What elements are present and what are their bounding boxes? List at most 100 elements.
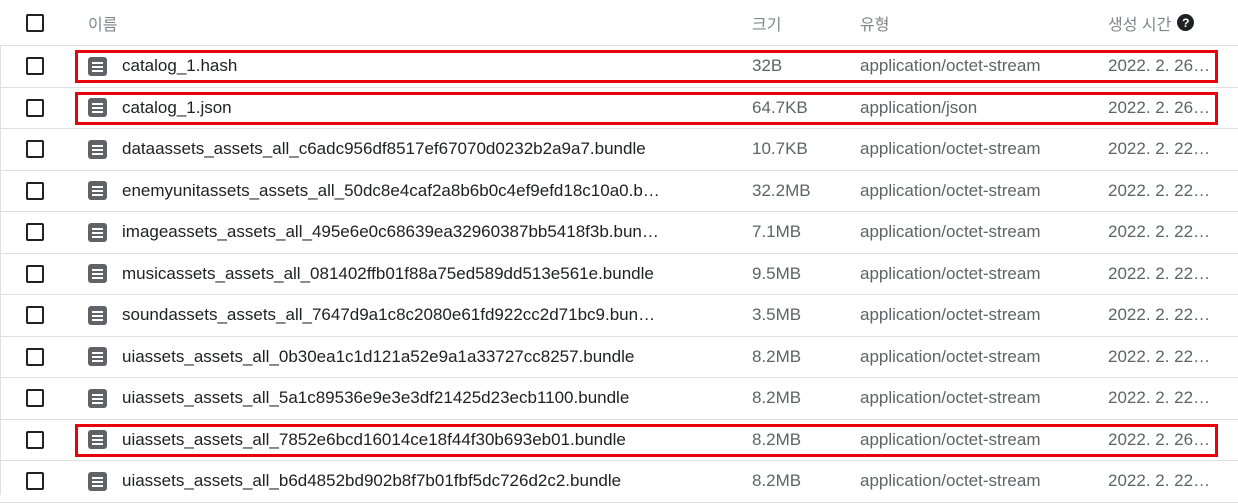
file-created: 2022. 2. 22…: [1108, 346, 1211, 366]
file-type: application/octet-stream: [860, 180, 1041, 200]
file-document-icon: [88, 388, 107, 408]
file-type: application/octet-stream: [860, 471, 1041, 491]
row-checkbox-cell: [0, 46, 70, 87]
file-type: application/octet-stream: [860, 305, 1041, 325]
file-document-icon: [88, 139, 107, 159]
file-name-cell[interactable]: dataassets_assets_all_c6adc956df8517ef67…: [88, 129, 728, 170]
file-created: 2022. 2. 22…: [1108, 305, 1211, 325]
file-created: 2022. 2. 22…: [1108, 471, 1211, 491]
file-type: application/octet-stream: [860, 56, 1041, 76]
file-name-cell[interactable]: uiassets_assets_all_b6d4852bd902b8f7b01f…: [88, 461, 728, 502]
file-type: application/octet-stream: [860, 139, 1041, 159]
file-document-icon: [88, 347, 107, 367]
header-name[interactable]: 이름: [88, 0, 728, 45]
file-name[interactable]: uiassets_assets_all_0b30ea1c1d121a52e9a1…: [122, 347, 634, 367]
file-created: 2022. 2. 22…: [1108, 222, 1211, 242]
file-created: 2022. 2. 26…: [1108, 429, 1211, 449]
row-checkbox[interactable]: [26, 181, 44, 200]
file-type: application/octet-stream: [860, 429, 1041, 449]
row-checkbox-cell: [0, 337, 70, 378]
table-row[interactable]: enemyunitassets_assets_all_50dc8e4caf2a8…: [0, 171, 1238, 212]
file-size: 64.7KB: [752, 97, 808, 117]
table-row[interactable]: musicassets_assets_all_081402ffb01f88a75…: [0, 254, 1238, 295]
file-name-cell[interactable]: catalog_1.hash: [88, 46, 728, 87]
file-name-cell[interactable]: uiassets_assets_all_5a1c89536e9e3e3df214…: [88, 378, 728, 419]
row-checkbox[interactable]: [26, 98, 44, 117]
file-created: 2022. 2. 22…: [1108, 388, 1211, 408]
table-row[interactable]: soundassets_assets_all_7647d9a1c8c2080e6…: [0, 295, 1238, 337]
table-row[interactable]: dataassets_assets_all_c6adc956df8517ef67…: [0, 129, 1238, 171]
file-name-cell[interactable]: musicassets_assets_all_081402ffb01f88a75…: [88, 254, 728, 295]
table-body: catalog_1.hash 32B application/octet-strea…: [0, 46, 1238, 503]
table-row[interactable]: uiassets_assets_all_7852e6bcd16014ce18f4…: [0, 420, 1238, 461]
file-type: application/json: [860, 97, 978, 117]
file-type: application/octet-stream: [860, 263, 1041, 283]
header-created[interactable]: 생성 시간 ?: [1108, 0, 1233, 45]
file-size: 32B: [752, 56, 783, 76]
row-checkbox[interactable]: [26, 140, 44, 159]
file-name-cell[interactable]: imageassets_assets_all_495e6e0c68639ea32…: [88, 212, 728, 253]
file-created: 2022. 2. 22…: [1108, 180, 1211, 200]
table-row[interactable]: imageassets_assets_all_495e6e0c68639ea32…: [0, 212, 1238, 254]
file-name[interactable]: enemyunitassets_assets_all_50dc8e4caf2a8…: [122, 181, 660, 201]
header-type[interactable]: 유형: [860, 0, 1095, 45]
table-row[interactable]: uiassets_assets_all_5a1c89536e9e3e3df214…: [0, 378, 1238, 420]
file-name[interactable]: uiassets_assets_all_b6d4852bd902b8f7b01f…: [122, 471, 621, 491]
file-document-icon: [88, 98, 107, 118]
file-name[interactable]: imageassets_assets_all_495e6e0c68639ea32…: [122, 222, 659, 242]
row-checkbox[interactable]: [26, 306, 44, 325]
row-checkbox-cell: [0, 171, 70, 212]
file-size: 8.2MB: [752, 388, 802, 408]
header-size-label: 크기: [752, 16, 782, 34]
row-checkbox-cell: [0, 420, 70, 461]
table-row[interactable]: uiassets_assets_all_b6d4852bd902b8f7b01f…: [0, 461, 1238, 503]
file-name[interactable]: catalog_1.hash: [122, 56, 237, 76]
file-document-icon: [88, 264, 107, 284]
table-row[interactable]: uiassets_assets_all_0b30ea1c1d121a52e9a1…: [0, 337, 1238, 378]
header-size[interactable]: 크기: [752, 0, 847, 45]
file-name[interactable]: uiassets_assets_all_5a1c89536e9e3e3df214…: [122, 388, 629, 408]
header-type-label: 유형: [860, 16, 890, 34]
file-name[interactable]: catalog_1.json: [122, 98, 232, 118]
file-created: 2022. 2. 26…: [1108, 56, 1211, 76]
file-name[interactable]: uiassets_assets_all_7852e6bcd16014ce18f4…: [122, 430, 626, 450]
row-checkbox[interactable]: [26, 472, 44, 491]
file-size: 32.2MB: [752, 180, 811, 200]
help-circle-icon[interactable]: ?: [1177, 14, 1195, 31]
file-name-cell[interactable]: uiassets_assets_all_7852e6bcd16014ce18f4…: [88, 420, 728, 461]
file-size: 10.7KB: [752, 139, 808, 159]
row-checkbox[interactable]: [26, 57, 44, 76]
file-table: 이름 크기 유형 생성 시간 ? catalog_1.hash 32B applic…: [0, 0, 1238, 503]
file-size: 7.1MB: [752, 222, 802, 242]
file-name[interactable]: dataassets_assets_all_c6adc956df8517ef67…: [122, 139, 646, 159]
file-type: application/octet-stream: [860, 222, 1041, 242]
row-checkbox[interactable]: [26, 347, 44, 366]
table-row[interactable]: catalog_1.json 64.7KB application/json 2022…: [0, 88, 1238, 129]
row-checkbox[interactable]: [26, 430, 44, 449]
row-checkbox-cell: [0, 129, 70, 170]
file-type: application/octet-stream: [860, 388, 1041, 408]
select-all-checkbox[interactable]: [26, 13, 44, 32]
row-checkbox-cell: [0, 378, 70, 419]
row-checkbox[interactable]: [26, 389, 44, 408]
row-checkbox[interactable]: [26, 223, 44, 242]
file-document-icon: [88, 181, 107, 201]
file-document-icon: [88, 430, 107, 450]
file-type: application/octet-stream: [860, 346, 1041, 366]
file-document-icon: [88, 305, 107, 325]
header-created-label: 생성 시간: [1108, 16, 1172, 34]
row-checkbox-cell: [0, 212, 70, 253]
file-name-cell[interactable]: uiassets_assets_all_0b30ea1c1d121a52e9a1…: [88, 337, 728, 378]
row-checkbox[interactable]: [26, 264, 44, 283]
file-name-cell[interactable]: enemyunitassets_assets_all_50dc8e4caf2a8…: [88, 171, 728, 212]
row-checkbox-cell: [0, 295, 70, 336]
file-name-cell[interactable]: catalog_1.json: [88, 88, 728, 129]
file-name-cell[interactable]: soundassets_assets_all_7647d9a1c8c2080e6…: [88, 295, 728, 336]
file-name[interactable]: musicassets_assets_all_081402ffb01f88a75…: [122, 264, 654, 284]
file-created: 2022. 2. 22…: [1108, 263, 1211, 283]
file-document-icon: [88, 471, 107, 491]
table-row[interactable]: catalog_1.hash 32B application/octet-strea…: [0, 46, 1238, 88]
file-name[interactable]: soundassets_assets_all_7647d9a1c8c2080e6…: [122, 305, 655, 325]
row-checkbox-cell: [0, 254, 70, 295]
row-checkbox-cell: [0, 88, 70, 129]
